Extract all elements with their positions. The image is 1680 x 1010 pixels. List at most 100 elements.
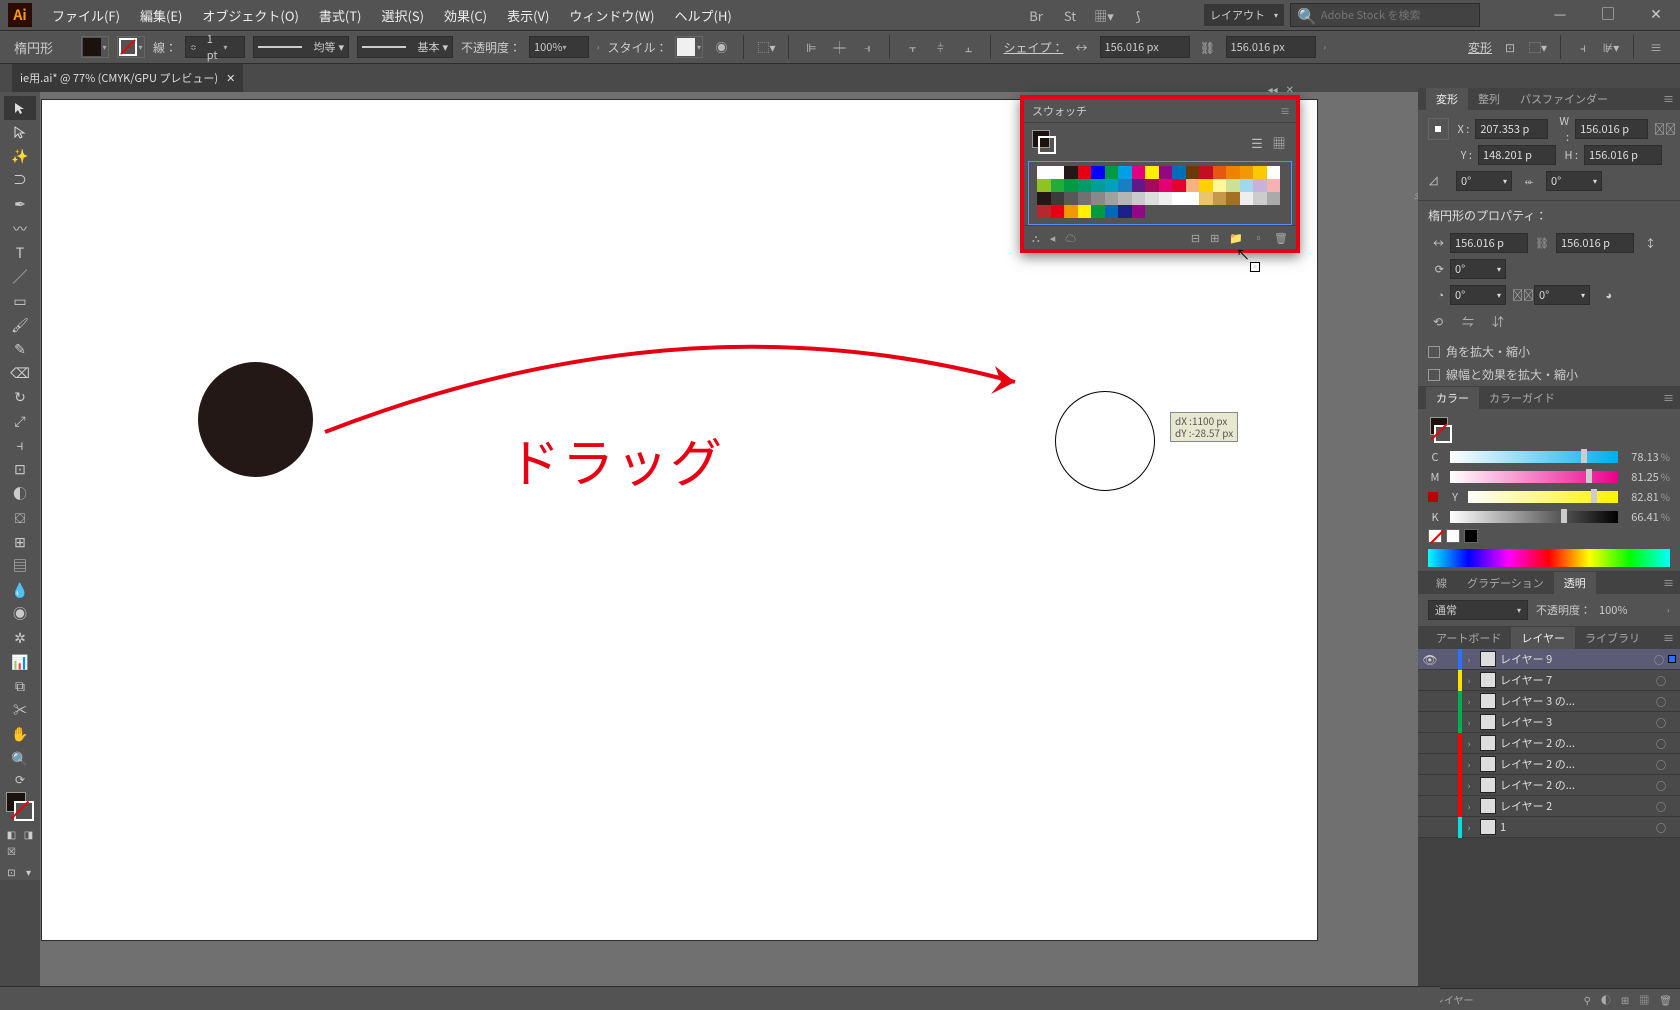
shape-props-label[interactable]: シェイプ：: [1003, 39, 1063, 56]
swatch-cell[interactable]: [1213, 192, 1227, 205]
graphic-style[interactable]: ▾: [675, 36, 703, 58]
swatch-cell[interactable]: [1240, 192, 1254, 205]
edit-contents-icon[interactable]: ⬚▾: [1528, 37, 1548, 57]
constrain-icon[interactable]: ⛓: [1198, 37, 1218, 57]
scale-tool[interactable]: ⤢: [4, 409, 36, 433]
align-bottom-icon[interactable]: ⫠: [958, 37, 978, 57]
panel-collapse-icon[interactable]: ◂◂: [1268, 81, 1278, 96]
stock-icon[interactable]: St: [1056, 4, 1084, 26]
swatch-cell[interactable]: [1172, 192, 1186, 205]
line-tool[interactable]: ╱: [4, 265, 36, 289]
prop-width-input[interactable]: 156.016 p: [1450, 233, 1528, 253]
swatch-fill-stroke-preview[interactable]: [1032, 130, 1056, 154]
recolor-icon[interactable]: ◉: [711, 37, 731, 57]
new-sublayer-icon[interactable]: ⊞: [1621, 992, 1629, 1007]
prop-constrain-icon[interactable]: ⛓: [1534, 235, 1550, 251]
swatch-cell[interactable]: [1186, 166, 1200, 179]
swatch-kind-menu-icon[interactable]: ◂: [1050, 230, 1056, 246]
swatch-cell[interactable]: [1186, 179, 1200, 192]
color-panel-menu-icon[interactable]: ≡: [1657, 387, 1680, 409]
swatch-cell[interactable]: [1199, 192, 1213, 205]
float-align-icon[interactable]: ⫞: [1573, 37, 1593, 57]
filled-ellipse-object[interactable]: [198, 362, 313, 477]
layers-list[interactable]: 👁 › レイヤー 9 ○ › レイヤー 7 ○ › レイヤー 3 の... ○ …: [1418, 649, 1680, 988]
swatch-cell[interactable]: [1159, 192, 1173, 205]
win-minimize[interactable]: —: [1536, 0, 1584, 28]
expand-layer-icon[interactable]: ›: [1462, 653, 1476, 666]
swatch-cell[interactable]: [1091, 205, 1105, 218]
win-maximize[interactable]: □: [1584, 0, 1632, 28]
h-input[interactable]: 156.016 p: [1584, 145, 1662, 165]
color-fill-stroke-indicator[interactable]: [1428, 417, 1454, 443]
swatch-cell[interactable]: [1267, 166, 1281, 179]
transparency-menu-icon[interactable]: ≡: [1657, 572, 1680, 594]
shaper-tool[interactable]: ✎: [4, 337, 36, 361]
swatch-cell[interactable]: [1145, 192, 1159, 205]
menu-effect[interactable]: 効果(C): [434, 6, 497, 25]
swatch-cell[interactable]: [1199, 179, 1213, 192]
out-of-gamut-icon[interactable]: [1428, 492, 1438, 502]
prop-angle-input[interactable]: 0°▾: [1450, 259, 1506, 279]
color-mode-icon[interactable]: ◧: [3, 825, 20, 842]
target-icon[interactable]: ○: [1656, 673, 1670, 688]
panel-close-icon[interactable]: ✕: [1286, 81, 1294, 96]
swatch-cell[interactable]: [1159, 179, 1173, 192]
swatch-cell[interactable]: [1091, 192, 1105, 205]
stroke-weight-input[interactable]: ≎1 pt▾: [185, 36, 245, 58]
swatch-libraries-icon[interactable]: ⛬: [1032, 230, 1040, 246]
selection-tool[interactable]: [4, 96, 36, 120]
mesh-tool[interactable]: ⊞: [4, 530, 36, 554]
swatch-cell[interactable]: [1037, 192, 1051, 205]
menu-type[interactable]: 書式(T): [309, 6, 372, 25]
list-view-icon[interactable]: ☰: [1248, 133, 1266, 151]
layer-name[interactable]: レイヤー 2: [1500, 798, 1656, 814]
color-guide-tab[interactable]: カラーガイド: [1479, 387, 1565, 409]
direct-selection-tool[interactable]: [4, 120, 36, 144]
swatch-cell[interactable]: [1132, 192, 1146, 205]
grid-view-icon[interactable]: ▦: [1270, 133, 1288, 151]
artboard-tool[interactable]: ⧉: [4, 674, 36, 698]
perspective-tool[interactable]: ⛋: [4, 506, 36, 530]
swatch-cell[interactable]: [1132, 205, 1146, 218]
swatch-cell[interactable]: [1226, 179, 1240, 192]
swatch-cell[interactable]: [1132, 179, 1146, 192]
swatch-cell[interactable]: [1105, 179, 1119, 192]
align-right-icon[interactable]: ⫣: [857, 37, 877, 57]
layer-name[interactable]: レイヤー 3 の...: [1500, 693, 1656, 709]
swatch-cell[interactable]: [1118, 205, 1132, 218]
swatch-cell[interactable]: [1199, 166, 1213, 179]
align-top-icon[interactable]: ⫟: [902, 37, 922, 57]
layers-tab[interactable]: レイヤー: [1511, 627, 1575, 649]
align-tab[interactable]: 整列: [1468, 88, 1510, 110]
swatch-cell[interactable]: [1105, 192, 1119, 205]
swatch-cell[interactable]: [1037, 205, 1051, 218]
none-mode-icon[interactable]: ☒: [3, 842, 20, 859]
pie-end-input[interactable]: 0°▾: [1534, 285, 1590, 305]
column-graph-tool[interactable]: 📊: [4, 650, 36, 674]
swatch-cell[interactable]: [1145, 179, 1159, 192]
target-icon[interactable]: ○: [1656, 778, 1670, 793]
swatch-cell[interactable]: [1267, 192, 1281, 205]
stroke-swatch[interactable]: ▾: [117, 36, 145, 58]
menu-edit[interactable]: 編集(E): [130, 6, 192, 25]
layer-name[interactable]: レイヤー 2 の...: [1500, 777, 1656, 793]
swatch-cell[interactable]: [1186, 192, 1200, 205]
zoom-tool[interactable]: 🔍: [4, 747, 36, 771]
layer-name[interactable]: レイヤー 3: [1500, 714, 1656, 730]
expand-layer-icon[interactable]: ›: [1462, 758, 1476, 771]
align-dropdown-icon[interactable]: ⬚▾: [756, 37, 776, 57]
align-left-icon[interactable]: ⊫: [801, 37, 821, 57]
reference-point-widget[interactable]: [1428, 118, 1449, 140]
none-swatch[interactable]: [1428, 529, 1442, 543]
menu-window[interactable]: ウィンドウ(W): [559, 6, 664, 25]
shear-input[interactable]: 0°▾: [1546, 171, 1602, 191]
swatch-cell[interactable]: [1078, 192, 1092, 205]
swatch-cell[interactable]: [1253, 192, 1267, 205]
color-spectrum[interactable]: [1428, 549, 1670, 567]
swatch-cell[interactable]: [1226, 192, 1240, 205]
brush-tool[interactable]: 🖌: [4, 313, 36, 337]
layer-name[interactable]: 1: [1500, 819, 1656, 835]
make-clip-mask-icon[interactable]: ◐: [1601, 992, 1611, 1007]
layer-row[interactable]: › 1 ○: [1418, 817, 1680, 838]
layer-name[interactable]: レイヤー 2 の...: [1500, 735, 1656, 751]
